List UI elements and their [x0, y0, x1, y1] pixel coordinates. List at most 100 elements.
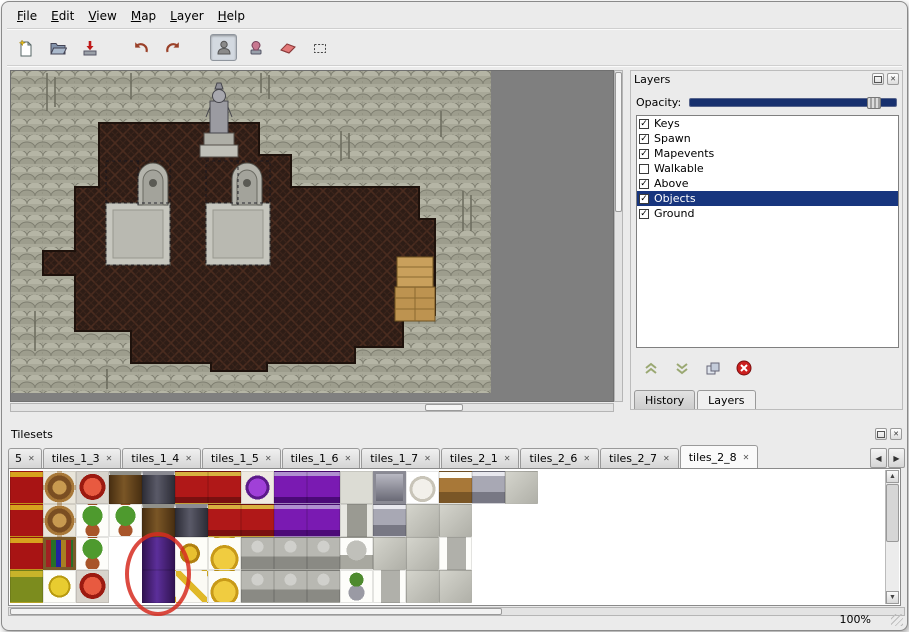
layer-row[interactable]: Above: [637, 176, 898, 191]
tileset-tile[interactable]: [274, 570, 307, 603]
map-canvas[interactable]: [11, 71, 613, 401]
opacity-slider[interactable]: [689, 98, 897, 107]
tab-close-icon[interactable]: [504, 454, 511, 463]
tileset-tile[interactable]: [406, 537, 439, 570]
stamp-tool-button[interactable]: [210, 34, 237, 61]
tileset-tile[interactable]: [340, 537, 373, 570]
tileset-tab[interactable]: tiles_2_8: [680, 445, 759, 468]
menu-item[interactable]: Layer: [163, 7, 210, 27]
layer-checkbox[interactable]: [639, 209, 649, 219]
tab-close-icon[interactable]: [28, 454, 35, 463]
tileset-tile[interactable]: [10, 471, 43, 504]
tileset-tile[interactable]: [373, 504, 406, 537]
layer-checkbox[interactable]: [639, 149, 649, 159]
tileset-tab[interactable]: tiles_1_6: [282, 448, 361, 468]
tileset-tile[interactable]: [109, 570, 142, 603]
layer-row[interactable]: Keys: [637, 116, 898, 131]
open-button[interactable]: [44, 34, 71, 61]
tab-close-icon[interactable]: [345, 454, 352, 463]
tileset-tile[interactable]: [241, 570, 274, 603]
layer-checkbox[interactable]: [639, 179, 649, 189]
tileset-tile[interactable]: [175, 504, 208, 537]
tileset-tile[interactable]: [208, 570, 241, 603]
tileset-tile[interactable]: [208, 471, 241, 504]
lower-layer-button[interactable]: [670, 358, 694, 378]
tileset-tile[interactable]: [307, 570, 340, 603]
tileset-tile[interactable]: [10, 504, 43, 537]
tileset-tile[interactable]: [241, 537, 274, 570]
tileset-tab[interactable]: tiles_1_7: [361, 448, 440, 468]
tileset-tile[interactable]: [307, 504, 340, 537]
float-icon[interactable]: [875, 428, 887, 440]
tileset-tile[interactable]: [43, 471, 76, 504]
tileset-tile[interactable]: [109, 471, 142, 504]
scroll-down-icon[interactable]: [886, 591, 899, 604]
eraser-tool-button[interactable]: [274, 34, 301, 61]
layer-checkbox[interactable]: [639, 164, 649, 174]
opacity-slider-handle[interactable]: [867, 97, 881, 109]
tileset-tile[interactable]: [10, 570, 43, 603]
save-button[interactable]: [76, 34, 103, 61]
tileset-tile[interactable]: [373, 537, 406, 570]
tileset-tile[interactable]: [175, 570, 208, 603]
tab-close-icon[interactable]: [583, 454, 590, 463]
layer-row[interactable]: Objects: [637, 191, 898, 206]
tileset-tile[interactable]: [505, 504, 538, 537]
undo-button[interactable]: [127, 34, 154, 61]
fill-tool-button[interactable]: [242, 34, 269, 61]
menu-item[interactable]: View: [81, 7, 123, 27]
delete-layer-button[interactable]: [732, 358, 756, 378]
tileset-tile[interactable]: [175, 471, 208, 504]
tab-close-icon[interactable]: [265, 454, 272, 463]
menu-item[interactable]: Edit: [44, 7, 81, 27]
tileset-tile[interactable]: [307, 471, 340, 504]
tileset-tile[interactable]: [142, 537, 175, 570]
tileset-tile[interactable]: [505, 537, 538, 570]
tileset-tab[interactable]: tiles_2_7: [600, 448, 679, 468]
tileset-tile[interactable]: [175, 537, 208, 570]
tileset-tile[interactable]: [76, 570, 109, 603]
layer-row[interactable]: Ground: [637, 206, 898, 221]
tileset-tab[interactable]: tiles_2_6: [520, 448, 599, 468]
tileset-tile[interactable]: [505, 570, 538, 603]
tileset-tile[interactable]: [274, 537, 307, 570]
tileset-tile[interactable]: [472, 537, 505, 570]
tileset-tile[interactable]: [208, 537, 241, 570]
tileset-tab[interactable]: tiles_1_4: [122, 448, 201, 468]
tileset-tile[interactable]: [109, 504, 142, 537]
tileset-tile[interactable]: [472, 570, 505, 603]
tileset-tile[interactable]: [373, 471, 406, 504]
tab-close-icon[interactable]: [424, 454, 431, 463]
tileset-tile[interactable]: [439, 570, 472, 603]
menu-item[interactable]: Map: [124, 7, 163, 27]
tileset-tile[interactable]: [274, 471, 307, 504]
scrollbar-thumb[interactable]: [10, 608, 502, 615]
tileset-tile[interactable]: [10, 537, 43, 570]
select-tool-button[interactable]: [306, 34, 333, 61]
menu-item[interactable]: Help: [211, 7, 252, 27]
tileset-tile[interactable]: [241, 471, 274, 504]
tileset-tile[interactable]: [76, 537, 109, 570]
tileset-tile[interactable]: [340, 504, 373, 537]
tileset-tile[interactable]: [340, 471, 373, 504]
tileset-vertical-scrollbar[interactable]: [885, 470, 899, 604]
tileset-tile[interactable]: [241, 504, 274, 537]
tileset-tile[interactable]: [472, 504, 505, 537]
layer-row[interactable]: Spawn: [637, 131, 898, 146]
tileset-tile[interactable]: [406, 570, 439, 603]
raise-layer-button[interactable]: [639, 358, 663, 378]
tileset-tile[interactable]: [142, 471, 175, 504]
tileset-tile[interactable]: [472, 471, 505, 504]
map-horizontal-scrollbar[interactable]: [10, 403, 614, 412]
redo-button[interactable]: [159, 34, 186, 61]
tileset-tab[interactable]: 5: [8, 448, 42, 468]
close-icon[interactable]: [887, 73, 899, 85]
tab-close-icon[interactable]: [663, 454, 670, 463]
tileset-tile[interactable]: [76, 471, 109, 504]
tileset-tile[interactable]: [142, 570, 175, 603]
map-viewport[interactable]: [10, 70, 614, 402]
tileset-tile[interactable]: [208, 504, 241, 537]
float-icon[interactable]: [872, 73, 884, 85]
tileset-tile[interactable]: [505, 471, 538, 504]
layer-checkbox[interactable]: [639, 134, 649, 144]
